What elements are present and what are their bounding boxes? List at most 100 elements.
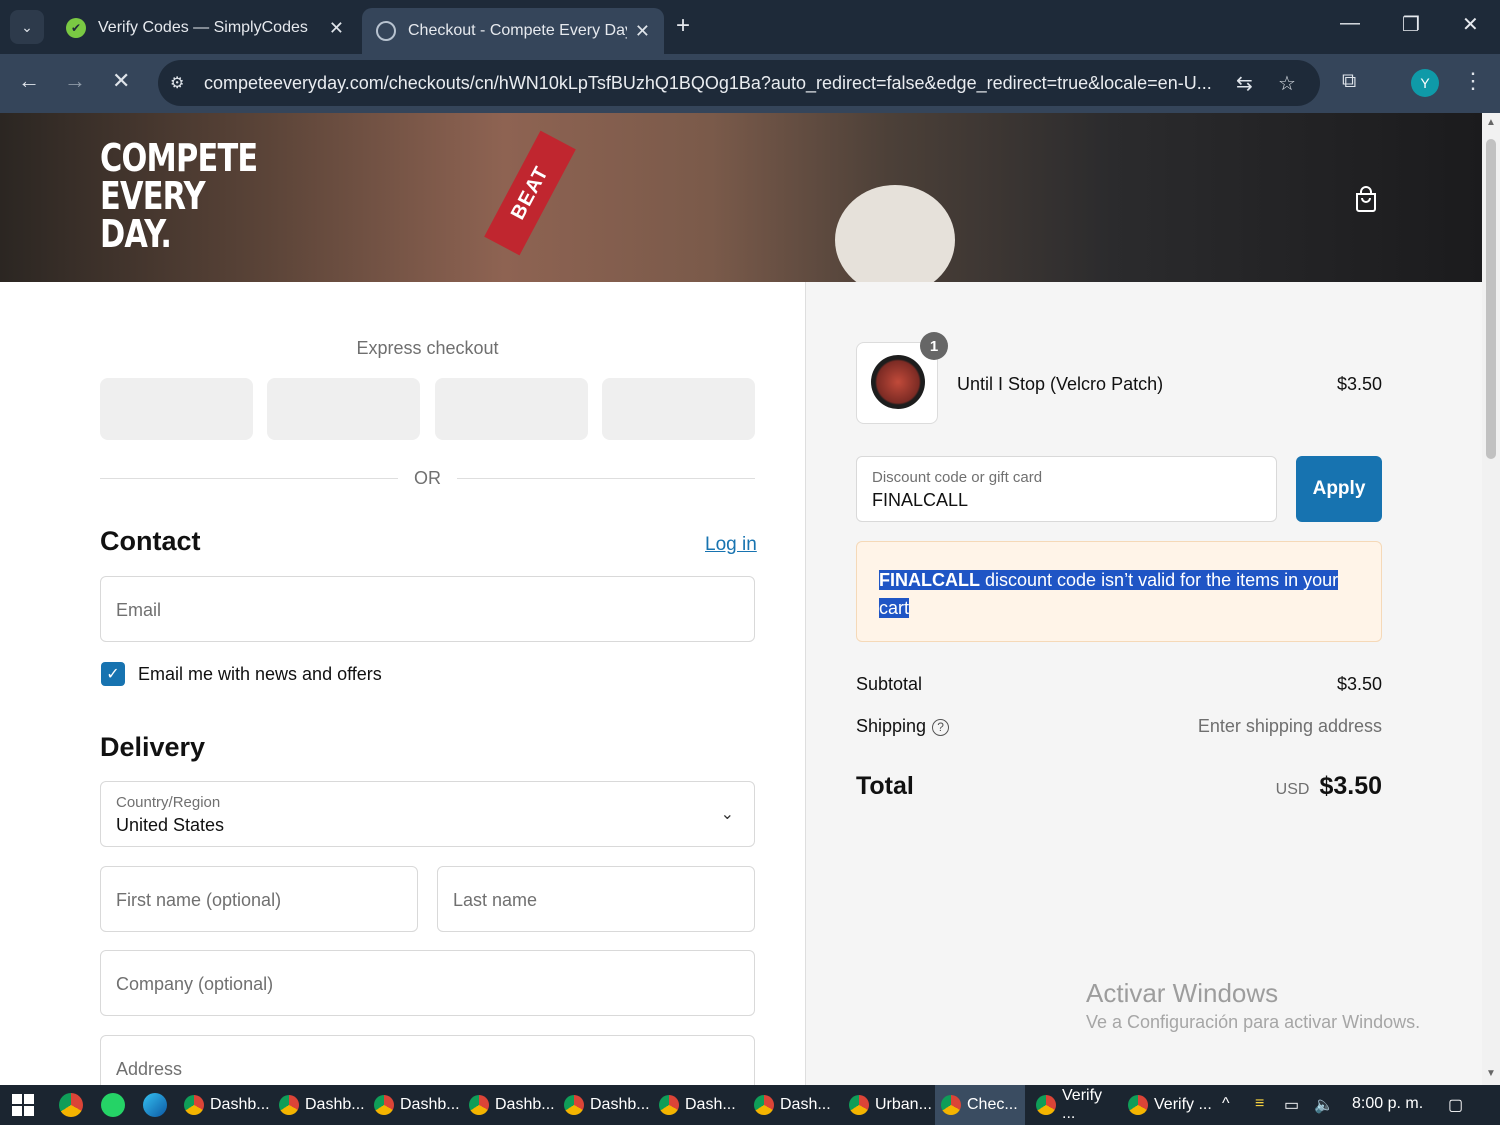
- taskbar-item[interactable]: Urban...: [843, 1085, 932, 1125]
- whatsapp-icon[interactable]: [101, 1093, 125, 1117]
- divider-line: [457, 478, 755, 479]
- wristband-image: BEAT: [484, 130, 576, 256]
- profile-avatar[interactable]: Y: [1411, 69, 1439, 97]
- page-scrollbar[interactable]: ▲ ▼: [1482, 113, 1500, 1085]
- windows-taskbar: Dashb... Dashb... Dashb... Dashb... Dashb...…: [0, 1085, 1500, 1125]
- chrome-window-icon: [849, 1095, 869, 1115]
- chrome-icon[interactable]: [59, 1093, 83, 1117]
- product-name: Until I Stop (Velcro Patch): [957, 374, 1164, 394]
- discount-error-banner: FINALCALL discount code isn’t valid for …: [856, 541, 1382, 642]
- newsletter-checkbox[interactable]: ✓: [101, 662, 125, 686]
- taskbar-item-label: Chec...: [967, 1096, 1018, 1113]
- new-tab-icon[interactable]: +: [676, 12, 690, 40]
- edge-icon[interactable]: [143, 1093, 167, 1117]
- forward-icon[interactable]: →: [64, 68, 86, 94]
- browser-tab-bar: ⌄ ✔ Verify Codes — SimplyCodes ✕ Checkou…: [0, 0, 1500, 54]
- site-info-icon[interactable]: ⚙: [170, 73, 196, 93]
- apply-button[interactable]: Apply: [1296, 456, 1382, 522]
- scroll-down-icon[interactable]: ▼: [1486, 1068, 1496, 1079]
- chrome-window-icon: [1036, 1095, 1056, 1115]
- back-icon[interactable]: ←: [18, 68, 40, 94]
- tab-verify-codes[interactable]: ✔ Verify Codes — SimplyCodes ✕: [52, 8, 358, 48]
- express-checkout-label: Express checkout: [356, 338, 499, 358]
- subtotal-value: $3.50: [1336, 674, 1382, 694]
- browser-menu-icon[interactable]: ⋮: [1462, 68, 1484, 94]
- url-text[interactable]: competeeveryday.com/checkouts/cn/hWN10kL…: [204, 73, 1224, 94]
- discount-code-field[interactable]: Discount code or gift card FINALCALL: [856, 456, 1277, 522]
- discount-value[interactable]: FINALCALL: [872, 490, 968, 511]
- company-field[interactable]: Company (optional): [100, 950, 755, 1016]
- restore-icon[interactable]: ❐: [1402, 12, 1420, 37]
- taskbar-item[interactable]: Dashb...: [178, 1085, 270, 1125]
- address-bar[interactable]: ⚙ competeeveryday.com/checkouts/cn/hWN10…: [158, 60, 1320, 106]
- or-label: OR: [414, 468, 441, 488]
- close-window-icon[interactable]: ✕: [1462, 12, 1479, 37]
- address-field[interactable]: Address: [100, 1035, 755, 1085]
- volume-icon[interactable]: 🔈: [1314, 1095, 1334, 1115]
- chrome-window-icon: [374, 1095, 394, 1115]
- close-tab-icon[interactable]: ✕: [635, 21, 650, 42]
- express-pay-button-2[interactable]: [267, 378, 420, 440]
- login-link[interactable]: Log in: [705, 534, 757, 556]
- windows-activation-subtitle: Ve a Configuración para activar Windows.: [1086, 1012, 1421, 1032]
- shopping-bag-icon[interactable]: [1352, 185, 1380, 213]
- express-pay-button-1[interactable]: [100, 378, 253, 440]
- taskbar-item[interactable]: Dashb...: [368, 1085, 460, 1125]
- newsletter-label: Email me with news and offers: [138, 664, 382, 684]
- checkout-form: Express checkout OR Contact Log in Email…: [0, 282, 806, 1085]
- taskbar-item[interactable]: Verify ...: [1122, 1085, 1212, 1125]
- extensions-icon[interactable]: ⧉: [1342, 70, 1356, 93]
- network-icon[interactable]: ▭: [1284, 1095, 1299, 1115]
- email-field[interactable]: Email: [100, 576, 755, 642]
- order-summary: 1 Until I Stop (Velcro Patch) $3.50 Disc…: [806, 282, 1482, 1085]
- shipping-value: Enter shipping address: [1197, 716, 1382, 736]
- chrome-window-icon: [564, 1095, 584, 1115]
- chrome-window-icon: [941, 1095, 961, 1115]
- express-pay-button-4[interactable]: [602, 378, 755, 440]
- translate-icon[interactable]: ⇆: [1236, 71, 1253, 96]
- loading-favicon-icon: [376, 21, 396, 41]
- bookmark-star-icon[interactable]: ☆: [1278, 71, 1296, 96]
- stop-loading-icon[interactable]: ✕: [112, 68, 130, 94]
- taskbar-item[interactable]: Chec...: [935, 1085, 1025, 1125]
- clock[interactable]: 8:00 p. m.: [1352, 1095, 1423, 1113]
- tab-title: Checkout - Compete Every Day: [408, 22, 627, 39]
- tray-chevron-icon[interactable]: ^: [1222, 1095, 1230, 1113]
- total-currency: USD: [1275, 781, 1310, 798]
- header-banner: BEAT COMPETE EVERY DAY.: [0, 113, 1482, 295]
- windows-start-icon[interactable]: [12, 1094, 34, 1116]
- taskbar-item[interactable]: Verify ...: [1030, 1085, 1118, 1125]
- taskbar-item[interactable]: Dash...: [748, 1085, 840, 1125]
- discount-label: Discount code or gift card: [872, 469, 1043, 486]
- minimize-icon[interactable]: —: [1340, 12, 1360, 35]
- taskbar-item-label: Verify ...: [1154, 1096, 1212, 1113]
- last-name-field[interactable]: Last name: [437, 866, 755, 932]
- first-name-field[interactable]: First name (optional): [100, 866, 418, 932]
- taskbar-item[interactable]: Dash...: [653, 1085, 745, 1125]
- total-value-row: USD $3.50: [1276, 772, 1382, 801]
- scroll-thumb[interactable]: [1486, 139, 1496, 459]
- country-label: Country/Region: [116, 794, 221, 811]
- taskbar-item[interactable]: Dashb...: [463, 1085, 555, 1125]
- tab-checkout[interactable]: Checkout - Compete Every Day ✕: [362, 8, 664, 54]
- scroll-up-icon[interactable]: ▲: [1486, 117, 1496, 128]
- contact-heading: Contact: [100, 526, 201, 556]
- notes-icon[interactable]: ≡: [1255, 1095, 1264, 1113]
- country-select[interactable]: Country/Region United States ⌄: [100, 781, 755, 847]
- chrome-window-icon: [659, 1095, 679, 1115]
- country-value: United States: [116, 815, 225, 835]
- taskbar-item-label: Dashb...: [305, 1096, 365, 1113]
- last-name-placeholder: Last name: [453, 890, 538, 910]
- store-logo[interactable]: COMPETE EVERY DAY.: [100, 139, 258, 253]
- express-pay-button-3[interactable]: [435, 378, 588, 440]
- tab-search-chevron-icon[interactable]: ⌄: [10, 10, 44, 44]
- taskbar-item[interactable]: Dashb...: [558, 1085, 650, 1125]
- subtotal-label: Subtotal: [856, 674, 923, 694]
- help-icon[interactable]: ?: [932, 718, 950, 736]
- taskbar-item[interactable]: Dashb...: [273, 1085, 365, 1125]
- first-name-placeholder: First name (optional): [116, 890, 282, 910]
- error-code: FINALCALL: [879, 570, 980, 590]
- browser-toolbar: ← → ✕ ⚙ competeeveryday.com/checkouts/cn…: [0, 54, 1500, 113]
- close-tab-icon[interactable]: ✕: [329, 18, 344, 39]
- notifications-icon[interactable]: ▢: [1448, 1095, 1463, 1115]
